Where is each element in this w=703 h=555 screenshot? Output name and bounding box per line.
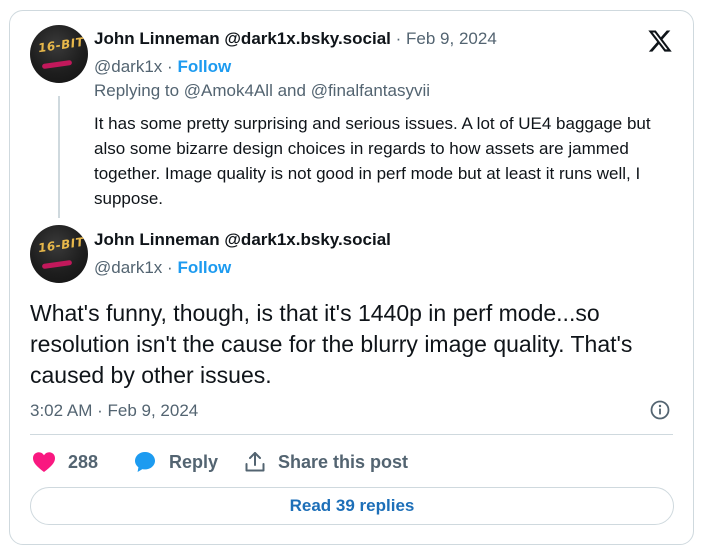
author-name[interactable]: John Linneman	[94, 29, 220, 48]
replying-to-line: Replying to @Amok4All and @finalfantasyv…	[94, 81, 430, 101]
read-replies-button[interactable]: Read 39 replies	[30, 487, 674, 525]
divider	[30, 434, 673, 435]
avatar[interactable]: 16-BIT	[30, 225, 88, 283]
post-timestamp[interactable]: 3:02 AM · Feb 9, 2024	[30, 401, 198, 421]
share-icon	[245, 452, 265, 472]
x-logo-icon[interactable]	[646, 28, 674, 54]
separator-dot: ·	[395, 29, 402, 48]
like-action[interactable]: 288	[32, 450, 98, 474]
handle-line: @dark1x · Follow	[94, 57, 231, 77]
avatar-badge-text: 16-BIT	[37, 234, 86, 256]
replying-to-label: Replying to	[94, 81, 180, 100]
and-word: and	[277, 81, 306, 100]
post-time: 3:02 AM	[30, 401, 93, 420]
speech-bubble-icon	[135, 452, 155, 472]
main-post-text: What's funny, though, is that it's 1440p…	[30, 300, 633, 388]
post-date: Feb 9, 2024	[107, 401, 199, 420]
author-handle[interactable]: @dark1x	[94, 258, 162, 277]
avatar-stripe	[41, 259, 73, 270]
avatar-stripe	[41, 59, 73, 70]
follow-button[interactable]: Follow	[177, 258, 231, 277]
separator-dot: ·	[167, 57, 173, 76]
author-handle-display[interactable]: @dark1x.bsky.social	[224, 29, 391, 48]
like-count: 288	[68, 451, 99, 472]
avatar[interactable]: 16-BIT	[30, 25, 88, 83]
reply-action[interactable]: Reply	[133, 450, 218, 474]
author-line: John Linneman @dark1x.bsky.social · Feb …	[94, 29, 497, 49]
follow-button[interactable]: Follow	[177, 57, 231, 76]
mention-link[interactable]: @Amok4All	[184, 81, 273, 100]
info-icon[interactable]	[650, 400, 670, 420]
separator-dot: ·	[97, 401, 103, 420]
thread-connector-line	[58, 96, 60, 218]
separator-dot: ·	[167, 258, 173, 277]
mention-link[interactable]: @finalfantasyvii	[311, 81, 430, 100]
share-label: Share this post	[278, 451, 409, 472]
handle-line: @dark1x · Follow	[94, 258, 231, 278]
author-name[interactable]: John Linneman	[94, 230, 220, 249]
reply-label: Reply	[169, 451, 219, 472]
reply-post-text: It has some pretty surprising and seriou…	[94, 114, 651, 208]
author-handle-display[interactable]: @dark1x.bsky.social	[224, 230, 391, 249]
post-date[interactable]: Feb 9, 2024	[406, 29, 497, 48]
heart-icon	[33, 452, 55, 472]
avatar-badge-text: 16-BIT	[37, 34, 86, 56]
author-line: John Linneman @dark1x.bsky.social	[94, 230, 391, 250]
author-handle[interactable]: @dark1x	[94, 57, 162, 76]
share-action[interactable]: Share this post	[244, 450, 408, 474]
